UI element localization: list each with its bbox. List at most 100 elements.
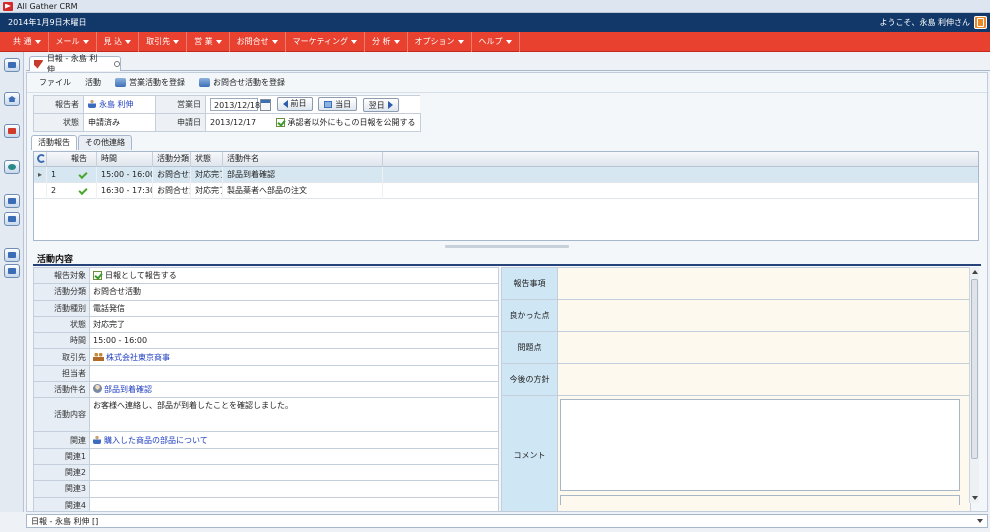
- scroll-down-icon[interactable]: [972, 496, 978, 500]
- chevron-down-icon: [82, 39, 89, 44]
- register-sales-activity-button[interactable]: 営業活動を登録: [115, 77, 185, 88]
- chevron-down-icon[interactable]: [977, 519, 983, 523]
- related1-value: [89, 447, 499, 465]
- reporter-value[interactable]: 永島 利伸: [83, 95, 156, 114]
- related2-value: [89, 463, 499, 482]
- mail-icon[interactable]: [4, 248, 20, 262]
- menu-inquiries[interactable]: お問合せ: [230, 31, 286, 52]
- target-icon[interactable]: [4, 264, 20, 278]
- comment-textarea[interactable]: [560, 399, 960, 491]
- window-selector-text: 日報 - 永島 利伸 []: [31, 516, 99, 526]
- today-button[interactable]: 当日: [318, 97, 358, 112]
- current-date: 2014年1月9日木曜日: [8, 18, 87, 27]
- business-date-label: 営業日: [155, 95, 206, 114]
- printer-icon: [199, 78, 210, 87]
- chevron-down-icon: [173, 39, 180, 44]
- business-date-cell: 2013/12/18 前日 当日 翌日: [205, 95, 420, 114]
- type-value: 電話発信: [89, 299, 499, 317]
- window-selector[interactable]: 日報 - 永島 利伸 []: [26, 514, 988, 528]
- splitter-handle[interactable]: [445, 245, 569, 248]
- report-icon: [34, 59, 43, 69]
- person-icon: [93, 434, 101, 444]
- vertical-scrollbar[interactable]: [969, 267, 979, 503]
- chevron-down-icon: [351, 39, 357, 44]
- tab-daily-report[interactable]: 日報 - 永島 利伸: [29, 54, 121, 74]
- chevron-down-icon: [271, 39, 278, 44]
- section-divider: [33, 264, 981, 266]
- publish-checkbox[interactable]: [275, 118, 285, 127]
- refresh-column[interactable]: [34, 152, 47, 167]
- printer-icon: [115, 78, 126, 87]
- menu-analysis[interactable]: 分 析: [365, 31, 408, 52]
- col-category[interactable]: 活動分類: [153, 152, 191, 167]
- group-icon[interactable]: [4, 194, 20, 208]
- next-day-button[interactable]: 翌日: [362, 98, 399, 113]
- home-icon[interactable]: [4, 92, 20, 106]
- chevron-down-icon: [34, 39, 41, 44]
- problem-field[interactable]: [557, 331, 971, 364]
- tab-activity-report[interactable]: 活動報告: [31, 135, 77, 150]
- chevron-down-icon: [393, 39, 400, 44]
- grid-header: 報告 時間 活動分類 状態 活動件名: [34, 152, 978, 167]
- detail-right-table: 報告事項 良かった点 問題点 今後の方針 コメント: [501, 267, 971, 511]
- prev-day-button[interactable]: 前日: [276, 96, 313, 111]
- apply-date-value: 2013/12/17: [205, 113, 272, 132]
- arrow-left-icon: [282, 99, 288, 108]
- menu-file[interactable]: ファイル: [39, 77, 71, 88]
- subtabs: 活動報告 その他連絡: [31, 135, 133, 150]
- panel-toggle-icon[interactable]: [4, 58, 20, 72]
- status-value: 対応完了: [89, 315, 499, 334]
- comment-cell: [557, 395, 971, 511]
- related4-value: [89, 496, 499, 511]
- status-label: 状態: [33, 113, 84, 132]
- menu-options[interactable]: オプション: [408, 31, 472, 52]
- apply-date-label: 申請日: [155, 113, 206, 132]
- comment-reply-field[interactable]: [560, 495, 960, 505]
- person-icon: [88, 99, 96, 108]
- future-policy-field[interactable]: [557, 363, 971, 396]
- calendar-icon[interactable]: [260, 98, 271, 111]
- time-value: 15:00 - 16:00: [89, 332, 499, 350]
- table-row[interactable]: ▸ 1 15:00 - 16:00 お問合せ活 対応完了 部品到着確認: [34, 167, 978, 183]
- report-checkbox[interactable]: [93, 271, 102, 281]
- menu-sales[interactable]: 営 業: [187, 31, 230, 52]
- check-icon: [78, 169, 88, 180]
- related-link[interactable]: 購入した商品の部品について: [89, 431, 499, 449]
- register-inquiry-activity-button[interactable]: お問合せ活動を登録: [199, 77, 285, 88]
- table-row[interactable]: 2 16:30 - 17:30 お問合せ活 対応完了 製品薬者へ部品の注文: [34, 183, 978, 199]
- col-report[interactable]: 報告: [67, 152, 97, 167]
- report-header-table: 報告者 永島 利伸 営業日 2013/12/18 前日 当日 翌日 状態 申請済…: [33, 95, 421, 132]
- business-date-input[interactable]: 2013/12/18: [210, 97, 260, 111]
- good-point-field[interactable]: [557, 299, 971, 332]
- subject-link[interactable]: 部品到着確認: [89, 381, 499, 399]
- menu-mail[interactable]: メール: [49, 31, 97, 52]
- menu-common[interactable]: 共 通: [6, 31, 49, 52]
- refresh-icon: [36, 154, 46, 163]
- col-subject[interactable]: 活動件名: [223, 152, 383, 167]
- menu-marketing[interactable]: マーケティング: [286, 31, 365, 52]
- content-value: お客様へ連絡し、部品が到着したことを確認しました。: [89, 397, 499, 433]
- contact-card-icon[interactable]: [4, 124, 20, 138]
- scroll-up-icon[interactable]: [972, 270, 978, 274]
- toolbar: ファイル 活動 営業活動を登録 お問合せ活動を登録: [27, 73, 987, 93]
- col-time[interactable]: 時間: [97, 152, 153, 167]
- report-item-field[interactable]: [557, 267, 971, 300]
- category-value: お問合せ活動: [89, 283, 499, 301]
- menu-help[interactable]: ヘルプ: [472, 31, 520, 52]
- phone-icon[interactable]: [4, 160, 20, 174]
- scroll-thumb[interactable]: [971, 279, 978, 459]
- col-status[interactable]: 状態: [191, 152, 223, 167]
- activity-detail: 報告対象 日報として報告する 活動分類 お問合せ活動 活動種別 電話発信 状態 対応完了…: [33, 267, 973, 511]
- tab-other-contacts[interactable]: その他連絡: [78, 135, 132, 150]
- user-icon[interactable]: [4, 212, 20, 226]
- close-icon[interactable]: [114, 61, 121, 67]
- report-target-field[interactable]: 日報として報告する: [89, 267, 499, 285]
- main-menu-bar: 共 通 メール 見 込 取引先 営 業 お問合せ マーケティング 分 析 オプシ…: [0, 31, 990, 52]
- logout-icon[interactable]: [974, 16, 987, 29]
- menu-prospects[interactable]: 見 込: [97, 31, 140, 52]
- menu-activity[interactable]: 活動: [85, 77, 101, 88]
- detail-left-table: 報告対象 日報として報告する 活動分類 お問合せ活動 活動種別 電話発信 状態 対応完了…: [33, 267, 499, 511]
- publish-option[interactable]: 承認者以外にもこの日報を公開する: [271, 113, 421, 132]
- account-link[interactable]: 株式会社東京商事: [89, 348, 499, 366]
- menu-accounts[interactable]: 取引先: [139, 31, 188, 52]
